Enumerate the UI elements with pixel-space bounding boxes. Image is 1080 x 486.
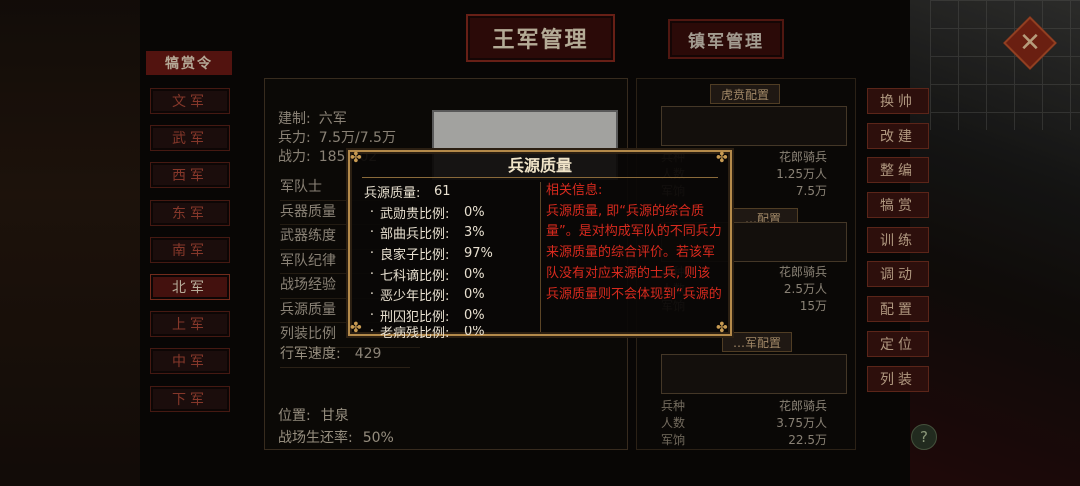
source-label: 武勋贵比例: (380, 206, 450, 222)
related-info: 相关信息: 兵源质量, 即“兵源的综合质量”。是对构成军队的不同兵力来源质量的综… (546, 181, 722, 331)
source-value: 97% (464, 245, 493, 261)
source-value: 0% (464, 287, 485, 303)
source-row: · 武勋贵比例: 0% (369, 204, 485, 222)
source-value: 0% (464, 307, 485, 323)
source-label: 部曲兵比例: (380, 227, 450, 243)
tooltip-column-divider (540, 182, 541, 332)
troop-quality-label: 兵源质量: (364, 185, 421, 201)
source-row: · 刑囚犯比例: 0% (369, 307, 485, 325)
tooltip-title: 兵源质量 (507, 156, 572, 175)
source-row: · 老病残比例: 0% (364, 326, 540, 338)
source-row: · 部曲兵比例: 3% (369, 225, 485, 243)
source-label: 老病残比例: (380, 326, 450, 338)
source-row: · 七科谪比例: 0% (369, 266, 485, 284)
source-label: 恶少年比例: (380, 289, 450, 305)
source-value: 0% (464, 266, 485, 282)
source-row: · 良家子比例: 97% (369, 245, 493, 263)
troop-quality-row: 兵源质量: 61 (364, 181, 540, 202)
source-row: · 恶少年比例: 0% (369, 287, 485, 305)
tooltip-divider (362, 177, 718, 178)
related-info-body: 兵源质量, 即“兵源的综合质量”。是对构成军队的不同兵力来源质量的综合评价。若该… (546, 203, 722, 302)
source-value: 0% (464, 325, 485, 338)
source-label: 刑囚犯比例: (380, 309, 450, 325)
source-value: 0% (464, 204, 485, 220)
troop-source-breakdown: 兵源质量: 61 · 武勋贵比例: 0% · 部曲兵比例: 3% · 良家子比例: 97% ·… (364, 181, 540, 338)
related-info-title: 相关信息: (546, 183, 603, 198)
source-value: 3% (464, 225, 485, 241)
corner-ornament: ✤ (350, 320, 362, 336)
source-label: 良家子比例: (380, 247, 450, 263)
troop-quality-value: 61 (434, 183, 451, 199)
source-label: 七科谪比例: (380, 268, 450, 284)
